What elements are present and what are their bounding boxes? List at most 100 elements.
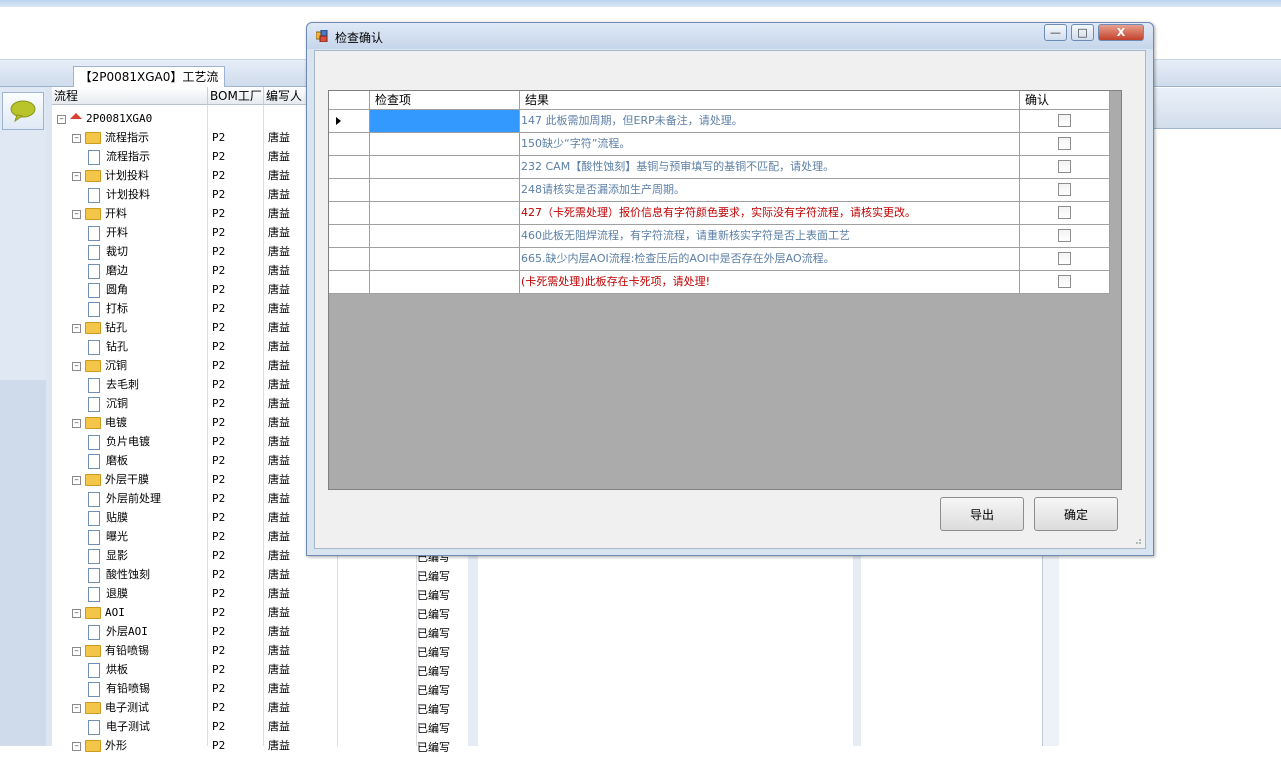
column-header-result[interactable]: 结果 [520,91,1020,110]
check-item-cell[interactable] [370,179,520,202]
tree-leaf-row[interactable]: 有铅喷锡 P2 唐益 [52,679,452,698]
resize-grip-icon[interactable] [1132,535,1142,545]
chat-button[interactable] [2,92,44,130]
left-panel-lower [0,380,46,746]
ok-button[interactable]: 确定 [1034,497,1118,531]
bom-cell: P2 [212,245,226,258]
confirm-cell[interactable] [1020,179,1110,202]
row-header[interactable] [329,179,370,202]
collapse-icon[interactable]: − [57,114,66,124]
column-header-bom[interactable]: BOM工厂 [208,87,264,105]
edited-status-cell: 已编写 [417,662,453,681]
tab-process-flow[interactable]: 【2P0081XGA0】工艺流程 [73,66,225,104]
result-cell[interactable]: 460此板无阻焊流程，有字符流程，请重新核实字符是否上表面工艺 [520,225,1020,248]
collapse-icon[interactable]: − [72,475,81,485]
tree-leaf-row[interactable]: 退膜 P2 唐益 [52,584,452,603]
bom-cell: P2 [212,511,226,524]
tree-leaf-row[interactable]: 外层AOI P2 唐益 [52,622,452,641]
column-header-confirm[interactable]: 确认 [1020,91,1110,110]
minimize-button[interactable]: — [1044,24,1067,41]
result-cell[interactable]: 248请核实是否漏添加生产周期。 [520,179,1020,202]
check-item-cell[interactable] [370,156,520,179]
tree-leaf-row[interactable]: 酸性蚀刻 P2 唐益 [52,565,452,584]
row-header[interactable] [329,225,370,248]
check-item-cell[interactable] [370,225,520,248]
tree-leaf-row[interactable]: 烘板 P2 唐益 [52,660,452,679]
confirm-cell[interactable] [1020,133,1110,156]
result-cell[interactable]: 232 CAM【酸性蚀刻】基铜与预审填写的基铜不匹配，请处理。 [520,156,1020,179]
check-row[interactable]: 427（卡死需处理）报价信息有字符颜色要求，实际没有字符流程，请核实更改。 [329,202,1110,225]
flow-name: 曝光 [106,530,128,543]
flow-name: 有铅喷锡 [106,682,150,695]
confirm-checkbox[interactable] [1058,114,1071,127]
collapse-icon[interactable]: − [72,646,81,656]
result-cell[interactable]: 147 此板需加周期，但ERP未备注，请处理。 [520,110,1020,133]
check-row[interactable]: 150缺少“字符”流程。 [329,133,1110,156]
row-header[interactable] [329,202,370,225]
check-row[interactable]: (卡死需处理)此板存在卡死项，请处理! [329,271,1110,294]
flow-name: 外层干膜 [105,473,149,486]
check-row[interactable]: 232 CAM【酸性蚀刻】基铜与预审填写的基铜不匹配，请处理。 [329,156,1110,179]
confirm-cell[interactable] [1020,225,1110,248]
restore-button[interactable]: □ [1071,24,1094,41]
confirm-checkbox[interactable] [1058,183,1071,196]
collapse-icon[interactable]: − [72,171,81,181]
column-header-check-item[interactable]: 检查项 [370,91,520,110]
flow-name: 流程指示 [106,150,150,163]
confirm-checkbox[interactable] [1058,206,1071,219]
confirm-checkbox[interactable] [1058,275,1071,288]
row-header[interactable] [329,271,370,294]
check-item-cell[interactable] [370,271,520,294]
author-cell: 唐益 [268,701,290,714]
check-item-cell[interactable] [370,248,520,271]
result-cell[interactable]: 665.缺少内层AOI流程:检查压后的AOI中是否存在外层AO流程。 [520,248,1020,271]
tree-folder-row[interactable]: − AOI P2 唐益 [52,603,452,622]
collapse-icon[interactable]: − [72,418,81,428]
column-header-flow[interactable]: 流程 [52,87,208,105]
dialog-title: 检查确认 [335,31,384,45]
flow-name: 流程指示 [105,131,149,144]
check-item-cell[interactable] [370,110,520,133]
check-row[interactable]: 147 此板需加周期，但ERP未备注，请处理。 [329,110,1110,133]
tree-leaf-row[interactable]: 电子测试 P2 唐益 [52,717,452,736]
check-row[interactable]: 460此板无阻焊流程，有字符流程，请重新核实字符是否上表面工艺 [329,225,1110,248]
document-icon [88,301,100,317]
edited-status-cell: 已编写 [417,738,453,757]
collapse-icon[interactable]: − [72,703,81,713]
collapse-icon[interactable]: − [72,323,81,333]
confirm-checkbox[interactable] [1058,252,1071,265]
collapse-icon[interactable]: − [72,608,81,618]
check-item-cell[interactable] [370,133,520,156]
row-header[interactable] [329,156,370,179]
bom-cell: P2 [212,549,226,562]
document-icon [88,681,100,697]
confirm-cell[interactable] [1020,271,1110,294]
confirm-checkbox[interactable] [1058,137,1071,150]
collapse-icon[interactable]: − [72,741,81,751]
confirm-checkbox[interactable] [1058,160,1071,173]
result-cell[interactable]: 427（卡死需处理）报价信息有字符颜色要求，实际没有字符流程，请核实更改。 [520,202,1020,225]
confirm-cell[interactable] [1020,156,1110,179]
collapse-icon[interactable]: − [72,133,81,143]
confirm-checkbox[interactable] [1058,229,1071,242]
check-row[interactable]: 248请核实是否漏添加生产周期。 [329,179,1110,202]
row-header[interactable] [329,248,370,271]
confirm-cell[interactable] [1020,202,1110,225]
check-row[interactable]: 665.缺少内层AOI流程:检查压后的AOI中是否存在外层AO流程。 [329,248,1110,271]
export-button[interactable]: 导出 [940,497,1024,531]
confirm-cell[interactable] [1020,248,1110,271]
collapse-icon[interactable]: − [72,361,81,371]
dialog-titlebar[interactable]: 检查确认 — □ X [307,23,1153,49]
row-header[interactable] [329,110,370,133]
close-button[interactable]: X [1098,24,1144,41]
flow-cell: 酸性蚀刻 [88,565,207,584]
result-cell[interactable]: (卡死需处理)此板存在卡死项，请处理! [520,271,1020,294]
document-icon [88,510,100,526]
collapse-icon[interactable]: − [72,209,81,219]
check-item-cell[interactable] [370,202,520,225]
tree-folder-row[interactable]: − 有铅喷锡 P2 唐益 [52,641,452,660]
confirm-cell[interactable] [1020,110,1110,133]
result-cell[interactable]: 150缺少“字符”流程。 [520,133,1020,156]
tree-folder-row[interactable]: − 电子测试 P2 唐益 [52,698,452,717]
row-header[interactable] [329,133,370,156]
